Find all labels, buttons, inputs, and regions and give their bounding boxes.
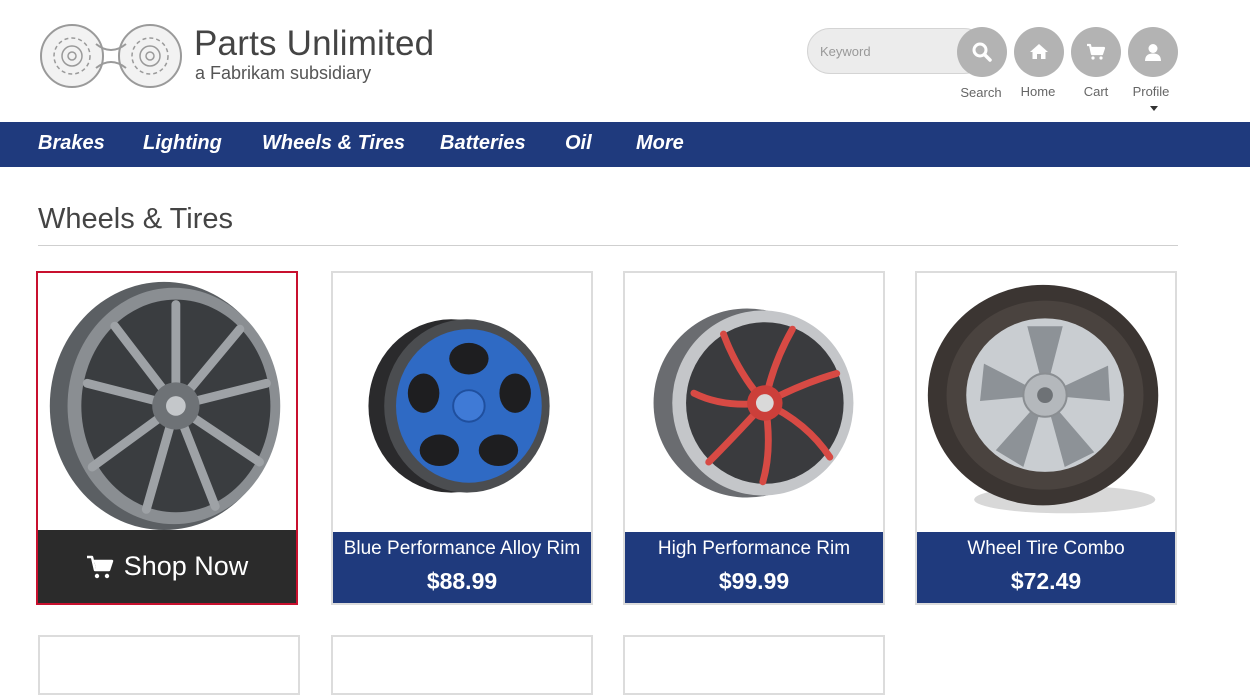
profile-button[interactable] — [1128, 27, 1178, 77]
parts-unlimited-logo[interactable] — [38, 22, 184, 90]
product-info: Wheel Tire Combo $72.49 — [917, 532, 1175, 603]
home-button[interactable] — [1014, 27, 1064, 77]
profile-label[interactable]: Profile — [1116, 84, 1186, 99]
product-card[interactable]: High Performance Rim $99.99 — [623, 271, 885, 605]
nav-item-oil[interactable]: Oil — [565, 132, 592, 155]
grey-alloy-rim-image — [49, 281, 281, 531]
nav-item-batteries[interactable]: Batteries — [440, 132, 526, 155]
page-title: Wheels & Tires — [38, 203, 233, 235]
user-icon — [1145, 44, 1161, 61]
product-info: High Performance Rim $99.99 — [625, 532, 883, 603]
product-card[interactable]: Wheel Tire Combo $72.49 — [915, 271, 1177, 605]
blue-alloy-rim-image — [368, 319, 550, 493]
product-price: $99.99 — [718, 568, 790, 594]
nav-item-lighting[interactable]: Lighting — [143, 132, 222, 155]
nav-item-brakes[interactable]: Brakes — [38, 132, 105, 155]
search-icon — [972, 42, 992, 62]
nav-item-more[interactable]: More — [636, 132, 684, 155]
cart-button[interactable] — [1071, 27, 1121, 77]
product-card[interactable] — [331, 635, 593, 695]
product-info: Blue Performance Alloy Rim $88.99 — [333, 532, 591, 603]
product-name[interactable]: Wheel Tire Combo — [917, 538, 1175, 560]
brand-title: Parts Unlimited — [194, 24, 435, 63]
shop-now-label: Shop Now — [123, 551, 249, 581]
nav-item-wheels-tires[interactable]: Wheels & Tires — [262, 132, 405, 155]
product-card[interactable] — [623, 635, 885, 695]
cart-icon — [1087, 43, 1106, 60]
brand-subtitle: a Fabrikam subsidiary — [195, 63, 372, 83]
shop-now-button[interactable]: Shop Now — [38, 530, 296, 603]
product-price: $72.49 — [1010, 568, 1082, 594]
cart-icon — [86, 555, 113, 578]
red-performance-rim-image — [653, 308, 854, 498]
category-navbar: Brakes Lighting Wheels & Tires Batteries… — [0, 122, 1250, 167]
home-icon — [1030, 44, 1048, 59]
product-card[interactable]: Shop Now — [36, 271, 298, 605]
product-price: $88.99 — [426, 568, 498, 594]
wheel-tire-combo-image — [927, 284, 1159, 514]
product-name[interactable]: High Performance Rim — [625, 538, 883, 560]
title-divider — [38, 245, 1178, 246]
product-card[interactable] — [38, 635, 300, 695]
search-button[interactable] — [957, 27, 1007, 77]
product-name[interactable]: Blue Performance Alloy Rim — [333, 538, 591, 560]
product-card[interactable]: Blue Performance Alloy Rim $88.99 — [331, 271, 593, 605]
profile-dropdown-caret-icon[interactable] — [1150, 106, 1158, 111]
